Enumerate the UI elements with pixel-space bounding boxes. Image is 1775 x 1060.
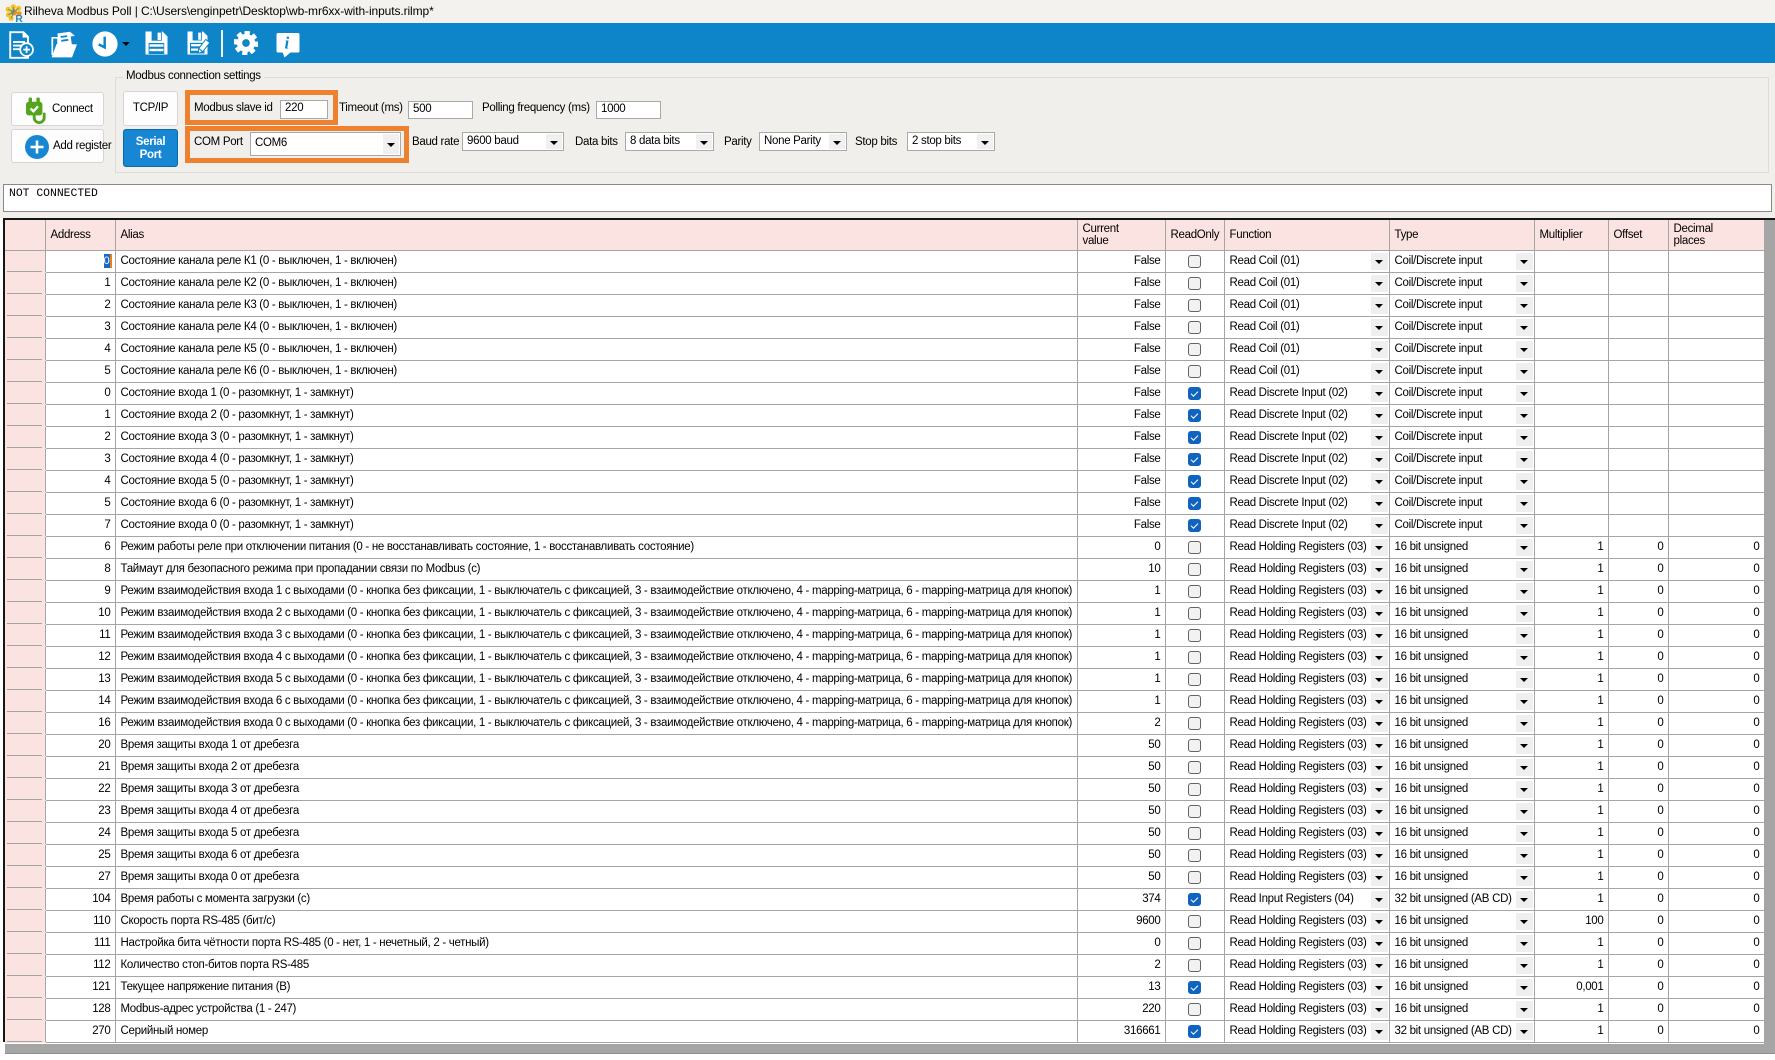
svg-text:i: i	[285, 34, 290, 53]
svg-text:R: R	[15, 13, 23, 22]
